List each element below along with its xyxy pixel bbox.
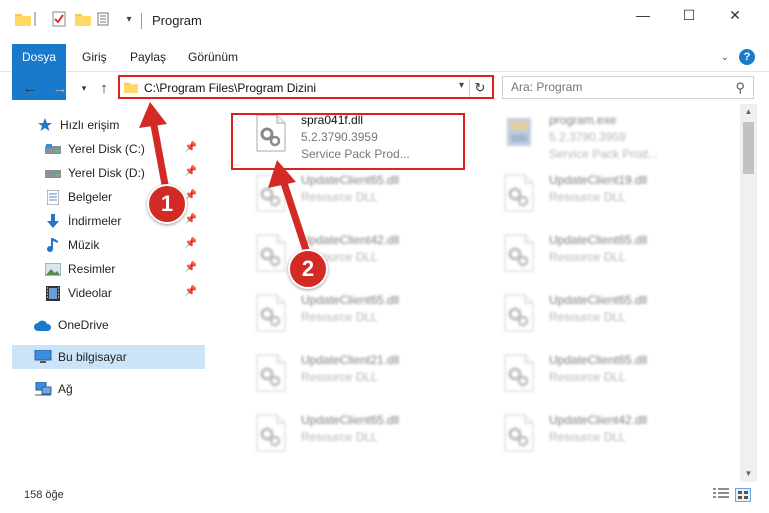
explorer-window: ▾ Program — ☐ ✕ Dosya Giriş Paylaş Görün… <box>0 0 769 513</box>
arrow-1-head <box>139 102 167 128</box>
callout-arrows <box>139 102 310 252</box>
callout-badge-1: 1 <box>147 184 187 224</box>
callout-badge-2: 2 <box>288 249 328 289</box>
arrow-2-head <box>268 160 296 188</box>
